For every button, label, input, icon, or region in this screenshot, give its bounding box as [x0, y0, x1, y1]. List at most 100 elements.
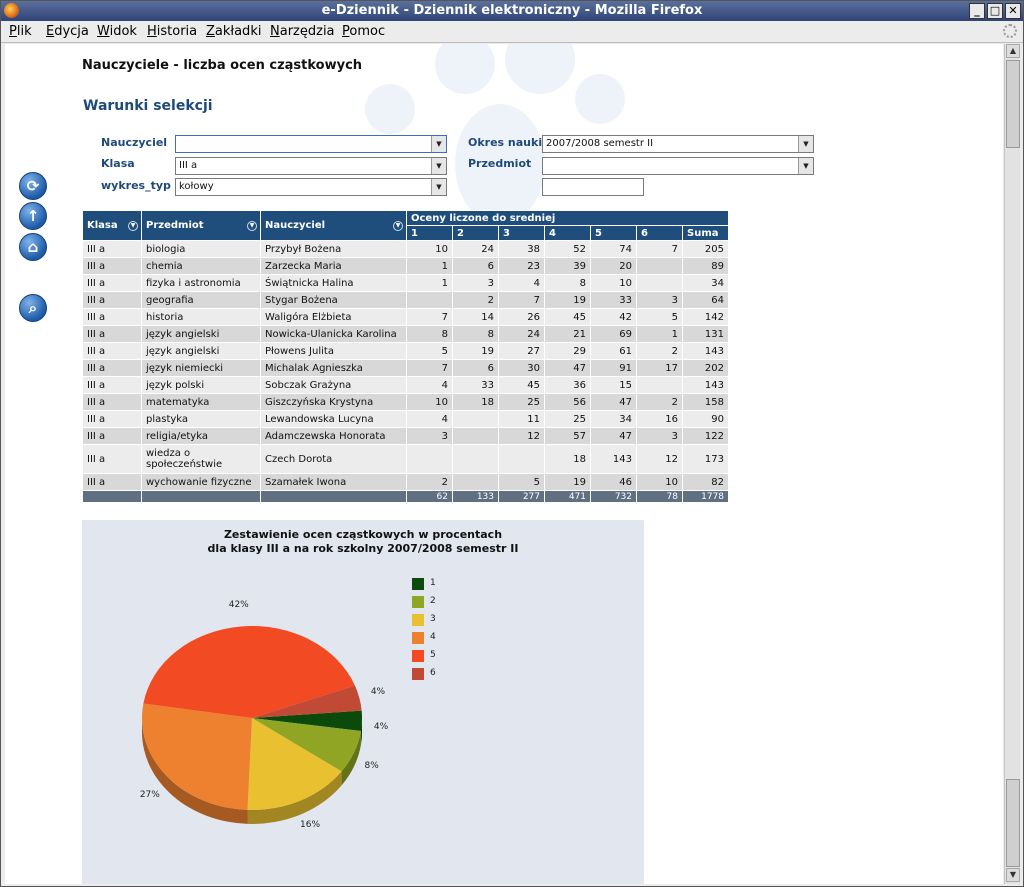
page-title: Nauczyciele - liczba ocen cząstkowych — [82, 58, 363, 73]
browser-window: e-Dziennik - Dziennik elektroniczny - Mo… — [0, 0, 1024, 887]
menu-historia[interactable]: Historia — [147, 24, 197, 39]
cell-grade-4: 39 — [544, 257, 591, 275]
klasa-label: Klasa — [101, 157, 135, 170]
wykres-typ-select[interactable]: kołowy ▼ — [175, 178, 447, 196]
cell-grade-4: 45 — [544, 308, 591, 326]
extra-text-input[interactable] — [542, 178, 644, 196]
cell-klasa: III a — [82, 240, 142, 258]
przedmiot-select[interactable]: ▼ — [542, 157, 814, 175]
cell-grade-3: 38 — [498, 240, 545, 258]
scroll-up-icon[interactable]: ▲ — [1006, 44, 1020, 58]
scroll-down-icon[interactable]: ▼ — [1006, 868, 1020, 882]
total-grade-3: 277 — [498, 490, 545, 503]
vertical-scrollbar[interactable]: ▲ ▼ — [1004, 44, 1020, 884]
cell-grade-2: 8 — [452, 325, 499, 343]
cell-przedmiot: język angielski — [141, 342, 261, 360]
nauczyciel-select[interactable]: ▼ — [175, 135, 447, 153]
menu-plik-label: lik — [16, 24, 32, 39]
legend-label: 2 — [430, 596, 436, 606]
cell-grade-6: 1 — [636, 325, 683, 343]
okres-nauki-label: Okres nauki — [468, 136, 543, 149]
cell-grade-2: 2 — [452, 291, 499, 309]
col-header-przedmiot[interactable]: Przedmiot ▼ — [141, 210, 261, 241]
table-row: III a chemia Zarzecka Maria 1 6 23 39 20 89 — [82, 257, 729, 275]
menu-edycja[interactable]: Edycja — [46, 24, 89, 39]
home-button[interactable]: ⌂ — [19, 233, 47, 261]
menu-bar: Plik Edycja Widok Historia Zakładki Narz… — [1, 21, 1023, 43]
legend-label: 4 — [430, 632, 436, 642]
table-row: III a matematyka Giszczyńska Krystyna 10 18 2… — [82, 393, 729, 411]
cell-przedmiot: wychowanie fizyczne — [141, 473, 261, 491]
cell-grade-2 — [452, 473, 499, 491]
chevron-down-icon[interactable]: ▼ — [431, 179, 446, 195]
cell-suma: 89 — [682, 257, 729, 275]
minimize-button[interactable]: _ — [969, 3, 985, 19]
cell-grade-5: 42 — [590, 308, 637, 326]
cell-grade-6 — [636, 257, 683, 275]
cell-suma: 131 — [682, 325, 729, 343]
col-group-oceny: Oceny liczone do sredniej — [406, 210, 729, 226]
table-row: III a plastyka Lewandowska Lucyna 4 11 25 34 16… — [82, 410, 729, 428]
menu-plik[interactable]: Plik — [9, 24, 32, 39]
col-header-nauczyciel[interactable]: Nauczyciel ▼ — [260, 210, 407, 241]
maximize-button[interactable]: □ — [987, 3, 1003, 19]
totals-row: 62 133 277 471 732 78 1778 — [82, 490, 729, 503]
cell-grade-1: 7 — [406, 359, 453, 377]
cell-przedmiot: język niemiecki — [141, 359, 261, 377]
cell-przedmiot: religia/etyka — [141, 427, 261, 445]
cell-grade-1: 4 — [406, 410, 453, 428]
search-report-button[interactable]: ⌕ — [19, 294, 47, 322]
cell-grade-3: 4 — [498, 274, 545, 292]
chevron-down-icon[interactable]: ▼ — [431, 158, 446, 174]
cell-grade-5: 15 — [590, 376, 637, 394]
table-row: III a biologia Przybył Bożena 10 24 38 52 74 7 20… — [82, 240, 729, 258]
up-button[interactable]: ↑ — [19, 202, 47, 230]
cell-suma: 143 — [682, 376, 729, 394]
col-header-grade-1: 1 — [406, 225, 453, 241]
cell-grade-6: 7 — [636, 240, 683, 258]
menu-widok[interactable]: Widok — [97, 24, 137, 39]
cell-grade-2: 33 — [452, 376, 499, 394]
menu-narzedzia-label: arzędzia — [279, 24, 335, 39]
col-header-przedmiot-label: Przedmiot — [146, 220, 204, 231]
refresh-button[interactable]: ⟳ — [19, 172, 47, 200]
sort-icon[interactable]: ▼ — [247, 220, 257, 231]
scroll-thumb[interactable] — [1006, 60, 1020, 148]
okres-nauki-select[interactable]: 2007/2008 semestr II ▼ — [542, 135, 814, 153]
cell-grade-5: 34 — [590, 410, 637, 428]
cell-grade-4: 19 — [544, 291, 591, 309]
cell-grade-3 — [498, 444, 545, 474]
cell-grade-4: 25 — [544, 410, 591, 428]
cell-przedmiot: geografia — [141, 291, 261, 309]
chevron-down-icon[interactable]: ▼ — [798, 136, 813, 152]
menu-zakladki-mnemonic: Z — [206, 24, 215, 39]
cell-nauczyciel: Nowicka-Ulanicka Karolina — [260, 325, 407, 343]
cell-grade-6: 2 — [636, 393, 683, 411]
cell-przedmiot: fizyka i astronomia — [141, 274, 261, 292]
cell-klasa: III a — [82, 291, 142, 309]
cell-grade-1: 2 — [406, 473, 453, 491]
cell-suma: 173 — [682, 444, 729, 474]
col-header-klasa[interactable]: Klasa ▼ — [82, 210, 142, 241]
menu-zakladki[interactable]: Zakładki — [206, 24, 261, 39]
chevron-down-icon[interactable]: ▼ — [798, 158, 813, 174]
cell-nauczyciel: Michalak Agnieszka — [260, 359, 407, 377]
scroll-thumb-lower[interactable] — [1006, 779, 1020, 867]
close-button[interactable]: ✕ — [1005, 3, 1021, 19]
legend-swatch — [412, 614, 424, 626]
sort-icon[interactable]: ▼ — [128, 220, 138, 231]
klasa-select[interactable]: III a ▼ — [175, 157, 447, 175]
cell-grade-6: 12 — [636, 444, 683, 474]
cell-klasa: III a — [82, 325, 142, 343]
legend-label: 3 — [430, 614, 436, 624]
menu-narzedzia[interactable]: Narzędzia — [270, 24, 335, 39]
cell-grade-3: 25 — [498, 393, 545, 411]
cell-grade-4: 21 — [544, 325, 591, 343]
home-icon: ⌂ — [27, 238, 39, 256]
cell-przedmiot: wiedza o społeczeństwie — [141, 444, 261, 474]
pie-chart — [141, 626, 362, 824]
cell-grade-6: 3 — [636, 427, 683, 445]
menu-pomoc[interactable]: Pomoc — [342, 24, 385, 39]
sort-icon[interactable]: ▼ — [393, 220, 403, 231]
chevron-down-icon[interactable]: ▼ — [431, 136, 446, 152]
